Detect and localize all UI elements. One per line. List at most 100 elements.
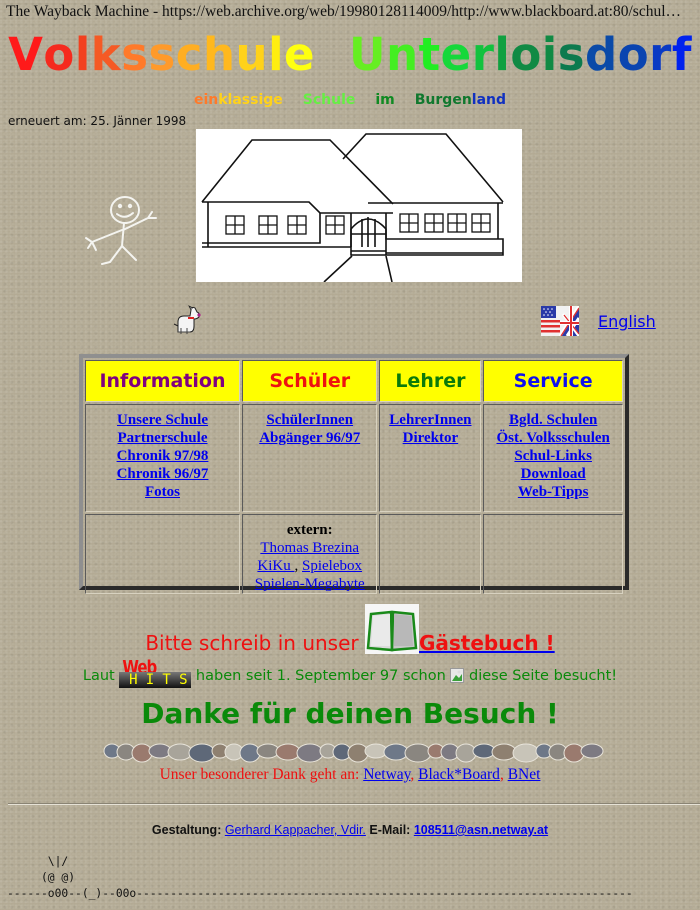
links-information: Unsere Schule Partnerschule Chronik 97/9… <box>85 404 240 512</box>
email-label: E-Mail: <box>365 823 414 837</box>
link-kiku[interactable]: KiKu <box>257 558 294 574</box>
title-letter: f <box>671 28 692 81</box>
horizontal-rule <box>8 803 700 805</box>
title-letter: l <box>268 28 285 81</box>
link-fotos[interactable]: Fotos <box>86 483 239 501</box>
english-link[interactable]: English <box>598 312 656 331</box>
empty-cell <box>483 514 623 594</box>
link-lehrerinnen[interactable]: LehrerInnen <box>380 411 480 429</box>
webhits-letter: H <box>129 672 138 688</box>
extern-label: extern: <box>286 522 333 538</box>
links-service: Bgld. Schulen Öst. Volksschulen Schul-Li… <box>483 404 623 512</box>
title-letter: n <box>386 28 419 81</box>
heading-label: Schüler <box>269 370 351 392</box>
thanks-heading: Danke für deinen Besuch ! <box>141 697 559 730</box>
navigation-table: Information Schüler Lehrer Service Unser… <box>79 354 629 594</box>
title-letter: h <box>202 28 236 81</box>
extern-links: extern: Thomas Brezina KiKu , Spielebox … <box>241 514 378 594</box>
title-letter: e <box>284 28 316 81</box>
link-author[interactable]: Gerhard Kappacher, Vdir. <box>225 823 366 837</box>
link-oest-volksschulen[interactable]: Öst. Volksschulen <box>484 429 622 447</box>
title-letter: s <box>557 28 585 81</box>
credits-line: Gestaltung: Gerhard Kappacher, Vdir. E-M… <box>0 823 700 837</box>
link-web-tipps[interactable]: Web-Tipps <box>484 483 622 501</box>
guestbook-line: Bitte schreib in unser Gästebuch ! <box>0 604 700 655</box>
pebble-shape <box>275 743 301 761</box>
separator: , <box>294 558 303 574</box>
link-thomas-brezina[interactable]: Thomas Brezina <box>260 540 359 556</box>
title-letter: e <box>440 28 472 81</box>
link-spielen-megabyte[interactable]: Spielen-Megabyte <box>255 576 365 592</box>
title-letter: t <box>418 28 441 81</box>
webhits-letter: T <box>162 672 171 688</box>
title-letter: d <box>584 28 618 81</box>
subtitle-part: klassige <box>218 92 283 108</box>
heading-service: Service <box>483 360 623 402</box>
pebble-shape <box>580 743 604 759</box>
guestbook-book-icon[interactable] <box>364 604 419 654</box>
heading-schueler: Schüler <box>241 360 378 402</box>
title-letter: c <box>175 28 203 81</box>
webhits-letter: S <box>179 672 188 688</box>
link-direktor[interactable]: Direktor <box>380 429 480 447</box>
title-letter: r <box>649 28 672 81</box>
school-building-image <box>196 129 522 282</box>
link-email[interactable]: 108511@asn.netway.at <box>414 823 548 837</box>
link-bgld-schulen[interactable]: Bgld. Schulen <box>484 411 622 429</box>
heading-information: Information <box>85 360 240 402</box>
title-letter: r <box>471 28 495 81</box>
subtitle-word: einklassige <box>194 92 283 108</box>
webhits-logo[interactable]: Web HITS <box>119 656 192 688</box>
title-letter: U <box>349 28 387 81</box>
link-bnet[interactable]: BNet <box>508 766 541 783</box>
pebble-shape <box>188 743 216 763</box>
subtitle-part: Burgen <box>414 92 472 108</box>
dog-icon <box>173 305 201 334</box>
title-letter: u <box>235 28 269 81</box>
link-download[interactable]: Download <box>484 465 622 483</box>
updated-date: erneuert am: 25. Jänner 1998 <box>8 114 187 128</box>
pebble-shape <box>167 743 193 761</box>
heading-label: Service <box>513 370 593 392</box>
webhits-letter: I <box>145 672 155 688</box>
counter-text-after: diese Seite besucht! <box>464 668 618 684</box>
link-abgaenger-96-97[interactable]: Abgänger 96/97 <box>243 429 376 447</box>
separator: , <box>410 766 419 783</box>
link-netway[interactable]: Netway <box>363 766 410 783</box>
link-blackboard[interactable]: Black*Board <box>418 766 500 783</box>
title-letter: o <box>43 28 75 81</box>
title-letter: s <box>121 28 149 81</box>
broken-image-icon <box>450 668 465 683</box>
subtitle-part: ein <box>193 92 219 108</box>
title-letter: o <box>617 28 650 81</box>
link-schuelerinnen[interactable]: SchülerInnen <box>243 411 376 429</box>
link-partnerschule[interactable]: Partnerschule <box>86 429 239 447</box>
link-schul-links[interactable]: Schul-Links <box>484 447 622 465</box>
pebble-shape <box>383 743 409 761</box>
empty-cell <box>85 514 240 594</box>
pebble-shape <box>296 743 324 763</box>
title-letter: i <box>541 28 558 81</box>
link-chronik-97-98[interactable]: Chronik 97/98 <box>86 447 239 465</box>
guestbook-link[interactable]: Gästebuch ! <box>419 631 555 655</box>
heading-label: Information <box>99 370 226 392</box>
link-chronik-96-97[interactable]: Chronik 96/97 <box>86 465 239 483</box>
title-letter: o <box>510 28 542 81</box>
stickman-icon <box>85 196 157 265</box>
subtitle-part: im <box>375 92 395 108</box>
link-spielebox[interactable]: Spielebox <box>302 558 362 574</box>
link-unsere-schule[interactable]: Unsere Schule <box>86 411 239 429</box>
subtitle-part: Schule <box>302 92 356 108</box>
webhits-letters: HITS <box>125 672 191 688</box>
sponsors-line: Unser besonderer Dank geht an: Netway, B… <box>0 766 700 784</box>
pebble-divider-icon <box>103 743 604 763</box>
title-letter: l <box>74 28 91 81</box>
title-letter: l <box>494 28 511 81</box>
subtitle-part: land <box>471 92 507 108</box>
visitor-counter-line: Laut Web HITS haben seit 1. September 97… <box>0 656 700 688</box>
pebble-shape <box>512 743 540 763</box>
pebble-shape <box>404 743 432 763</box>
title-letter: k <box>90 28 122 81</box>
sponsors-text: Unser besonderer Dank geht an: <box>159 766 364 783</box>
school-title: Volksschule Unterloisdorf <box>0 28 700 81</box>
